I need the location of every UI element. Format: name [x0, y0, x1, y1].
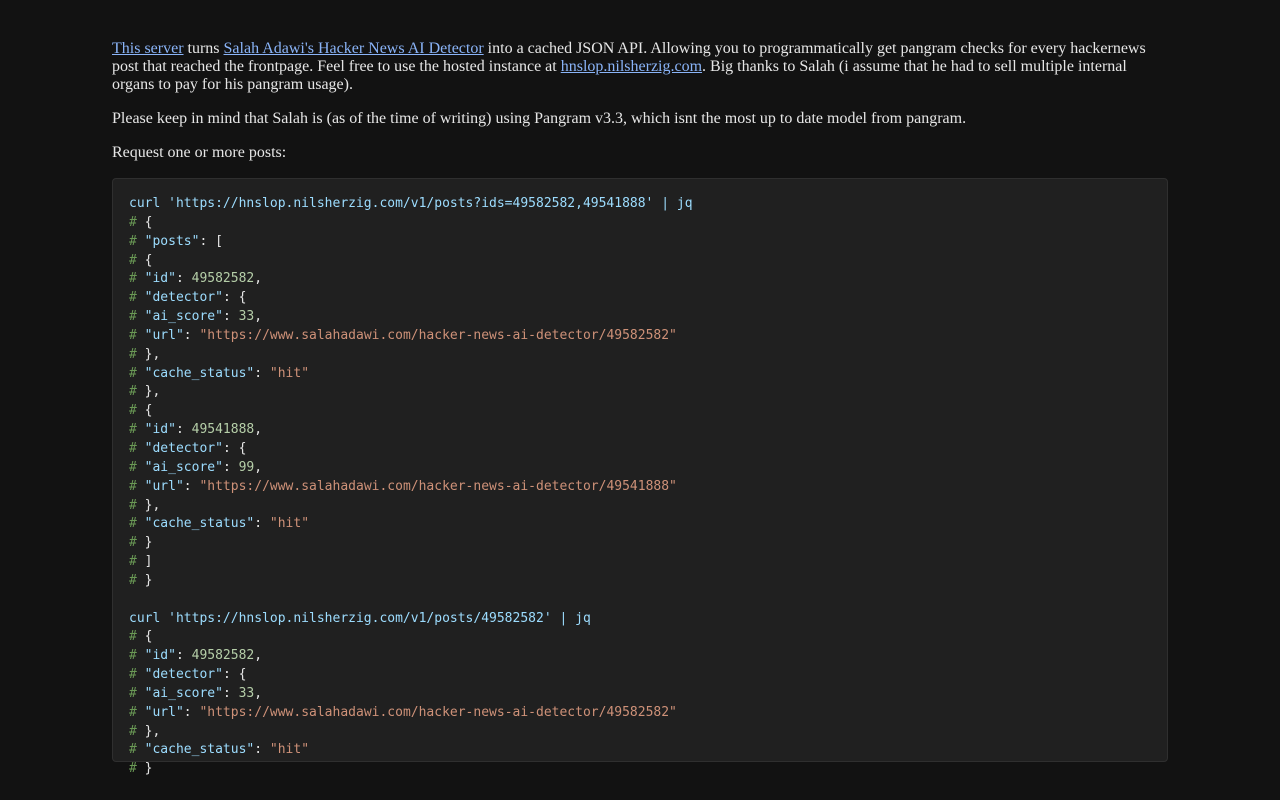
code-line: # "detector": { [129, 667, 247, 683]
post2-cache-status: "hit" [269, 516, 310, 532]
comment-marker: # [129, 629, 137, 645]
comment-marker: # [129, 459, 137, 475]
comment-marker: # [129, 742, 137, 758]
code-line: # { [129, 252, 153, 268]
post2-ai-score: 99 [238, 459, 255, 475]
comment-marker: # [129, 648, 137, 664]
comment-marker: # [129, 271, 137, 287]
comment-marker: # [129, 723, 137, 739]
comment-marker: # [129, 440, 137, 456]
comment-marker: # [129, 214, 137, 230]
json-key-detector: "detector" [144, 290, 223, 306]
post2-id: 49541888 [191, 422, 255, 438]
json-key-cache-status: "cache_status" [144, 516, 255, 532]
intro-text-1: turns [183, 40, 224, 57]
code-line: # }, [129, 384, 161, 400]
code-line: # "ai_score": 99, [129, 459, 263, 475]
comment-marker: # [129, 309, 137, 325]
comment-marker: # [129, 497, 137, 513]
code-line-cmd2: curl 'https://hnslop.nilsherzig.com/v1/p… [129, 610, 1151, 629]
comment-marker: # [129, 704, 137, 720]
post2-url: "https://www.salahadawi.com/hacker-news-… [199, 478, 677, 494]
code-block[interactable]: curl 'https://hnslop.nilsherzig.com/v1/p… [112, 178, 1168, 776]
code-line: # ] [129, 554, 153, 570]
code-line: # { [129, 403, 153, 419]
code-line: # }, [129, 723, 161, 739]
comment-marker: # [129, 554, 137, 570]
code-line: # "cache_status": "hit" [129, 365, 310, 381]
post1-ai-score: 33 [238, 309, 255, 325]
json-key-id: "id" [144, 271, 176, 287]
code-line: # "ai_score": 33, [129, 309, 263, 325]
code-line: # "ai_score": 33, [129, 685, 263, 701]
comment-marker: # [129, 403, 137, 419]
this-server-link[interactable]: This server [112, 40, 184, 57]
json-key-detector: "detector" [144, 440, 223, 456]
post1-cache-status: "hit" [269, 365, 310, 381]
comment-marker: # [129, 384, 137, 400]
main-content: This server turns Salah Adawi's Hacker N… [112, 40, 1168, 776]
json-key-detector: "detector" [144, 667, 223, 683]
comment-marker: # [129, 290, 137, 306]
json-key-cache-status: "cache_status" [144, 742, 255, 758]
post1-url: "https://www.salahadawi.com/hacker-news-… [199, 327, 677, 343]
json-key-id: "id" [144, 648, 176, 664]
comment-marker: # [129, 572, 137, 588]
json-key-id: "id" [144, 422, 176, 438]
post3-url: "https://www.salahadawi.com/hacker-news-… [199, 704, 677, 720]
code-line: # "url": "https://www.salahadawi.com/hac… [129, 478, 677, 494]
pangram-note: Please keep in mind that Salah is (as of… [112, 110, 967, 127]
code-line: # "detector": { [129, 290, 247, 306]
comment-marker: # [129, 233, 137, 249]
hn-ai-detector-link[interactable]: Salah Adawi's Hacker News AI Detector [224, 40, 484, 57]
code-line: # "url": "https://www.salahadawi.com/hac… [129, 327, 677, 343]
code-line: # "id": 49582582, [129, 648, 263, 664]
json-key-url: "url" [144, 478, 184, 494]
comment-marker: # [129, 365, 137, 381]
code-line: # }, [129, 346, 161, 362]
code-line: # "cache_status": "hit" [129, 742, 310, 758]
code-line: # "cache_status": "hit" [129, 516, 310, 532]
code-line: # "posts": [ [129, 233, 223, 249]
comment-marker: # [129, 422, 137, 438]
json-key-url: "url" [144, 704, 184, 720]
curl-command-1: curl 'https://hnslop.nilsherzig.com/v1/p… [129, 196, 693, 211]
code-line: # }, [129, 497, 161, 513]
json-key-ai-score: "ai_score" [144, 309, 223, 325]
code-line: # "url": "https://www.salahadawi.com/hac… [129, 704, 677, 720]
json-key-posts: "posts" [144, 233, 200, 249]
code-line: # "id": 49541888, [129, 422, 263, 438]
json-key-ai-score: "ai_score" [144, 459, 223, 475]
post1-id: 49582582 [191, 271, 255, 287]
json-key-url: "url" [144, 327, 184, 343]
code-line: # } [129, 572, 153, 588]
comment-marker: # [129, 685, 137, 701]
post3-cache-status: "hit" [269, 742, 310, 758]
comment-marker: # [129, 535, 137, 551]
code-line: # { [129, 629, 153, 645]
curl-command-2: curl 'https://hnslop.nilsherzig.com/v1/p… [129, 610, 591, 626]
comment-marker: # [129, 346, 137, 362]
comment-marker: # [129, 516, 137, 532]
code-line-cmd1: curl 'https://hnslop.nilsherzig.com/v1/p… [129, 195, 1151, 214]
code-line: # } [129, 535, 153, 551]
code-line: # "id": 49582582, [129, 271, 263, 287]
json-key-ai-score: "ai_score" [144, 685, 223, 701]
hosted-instance-link[interactable]: hnslop.nilsherzig.com [561, 58, 702, 75]
comment-marker: # [129, 761, 137, 777]
code-line: # } [129, 761, 153, 777]
request-label: Request one or more posts: [112, 144, 287, 161]
intro-paragraph: This server turns Salah Adawi's Hacker N… [112, 40, 1168, 94]
comment-marker: # [129, 478, 137, 494]
json-key-cache-status: "cache_status" [144, 365, 255, 381]
post3-id: 49582582 [191, 648, 255, 664]
post3-ai-score: 33 [238, 685, 255, 701]
code-line: # "detector": { [129, 440, 247, 456]
comment-marker: # [129, 252, 137, 268]
comment-marker: # [129, 327, 137, 343]
code-line: # { [129, 214, 153, 230]
comment-marker: # [129, 667, 137, 683]
